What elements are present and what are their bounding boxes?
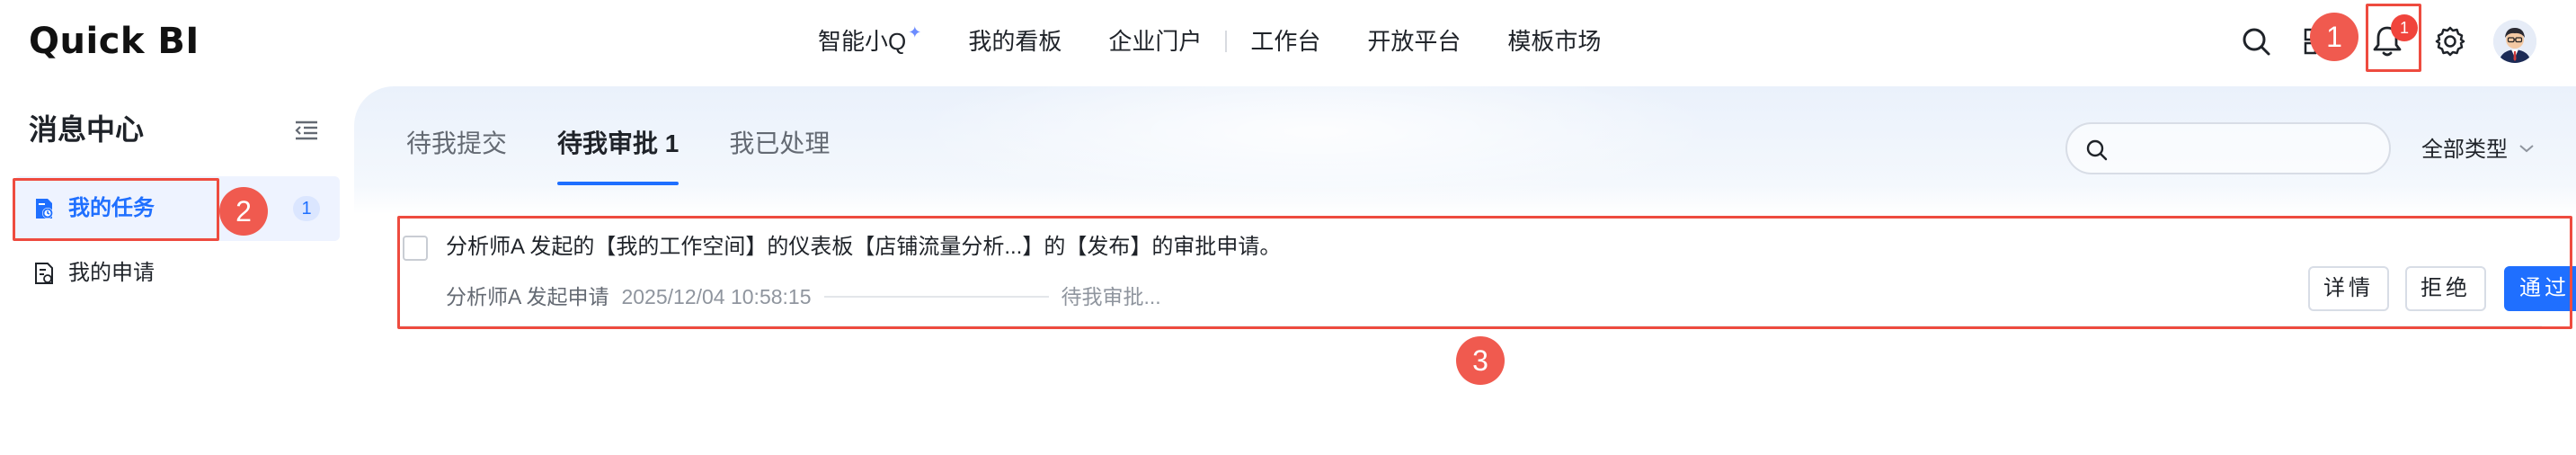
type-filter-label: 全部类型 [2421, 138, 2508, 162]
top-navigation-bar: Quick BI 智能小Q ✦ 我的看板 企业门户 工作台 开放平台 模板市场 … [0, 0, 2576, 83]
nav-item-open-platform[interactable]: 开放平台 [1344, 25, 1484, 58]
settings-gear-icon[interactable] [2430, 22, 2470, 61]
annotation-callout-2: 2 [219, 187, 268, 236]
annotation-callout-3: 3 [1456, 336, 1505, 385]
tab-processed[interactable]: 我已处理 [729, 126, 830, 162]
nav-item-enterprise-portal[interactable]: 企业门户 [1085, 25, 1225, 58]
annotation-box-my-tasks [13, 178, 219, 241]
header-glow [911, 86, 1720, 212]
user-avatar[interactable] [2493, 20, 2536, 63]
type-filter-dropdown[interactable]: 全部类型 [2421, 131, 2535, 163]
sparkle-icon: ✦ [908, 23, 922, 41]
quick-bi-logo[interactable]: Quick BI [29, 22, 200, 61]
task-count-badge: 1 [293, 196, 320, 221]
task-tabs: 待我提交 待我审批 1 我已处理 [406, 126, 880, 185]
annotation-box-notification [2366, 4, 2421, 72]
collapse-sidebar-icon[interactable] [293, 117, 320, 144]
search-icon[interactable] [2236, 22, 2276, 61]
nav-item-label: 智能小Q [818, 28, 907, 55]
annotation-box-task-row [397, 216, 2572, 329]
sidebar-item-label: 我的申请 [68, 261, 155, 285]
annotation-callout-1: 1 [2310, 13, 2358, 61]
sidebar-title: 消息中心 [29, 113, 145, 146]
nav-item-smart-q[interactable]: 智能小Q ✦ [818, 23, 945, 58]
chevron-down-icon [2518, 135, 2535, 160]
sidebar-item-my-applications[interactable]: 我的申请 [14, 241, 340, 306]
nav-item-workbench[interactable]: 工作台 [1227, 25, 1344, 58]
nav-item-my-dashboards[interactable]: 我的看板 [945, 25, 1085, 58]
task-search-input[interactable] [2065, 122, 2391, 174]
tab-pending-submit[interactable]: 待我提交 [406, 126, 507, 162]
tab-pending-approval[interactable]: 待我审批 1 [557, 126, 680, 185]
search-icon [2086, 139, 2108, 161]
nav-item-template-market[interactable]: 模板市场 [1484, 25, 1624, 58]
message-center-sidebar: 消息中心 我的任务 1 我的申请 [0, 83, 354, 455]
application-icon [32, 262, 56, 285]
main-nav: 智能小Q ✦ 我的看板 企业门户 工作台 开放平台 模板市场 [818, 23, 1624, 58]
